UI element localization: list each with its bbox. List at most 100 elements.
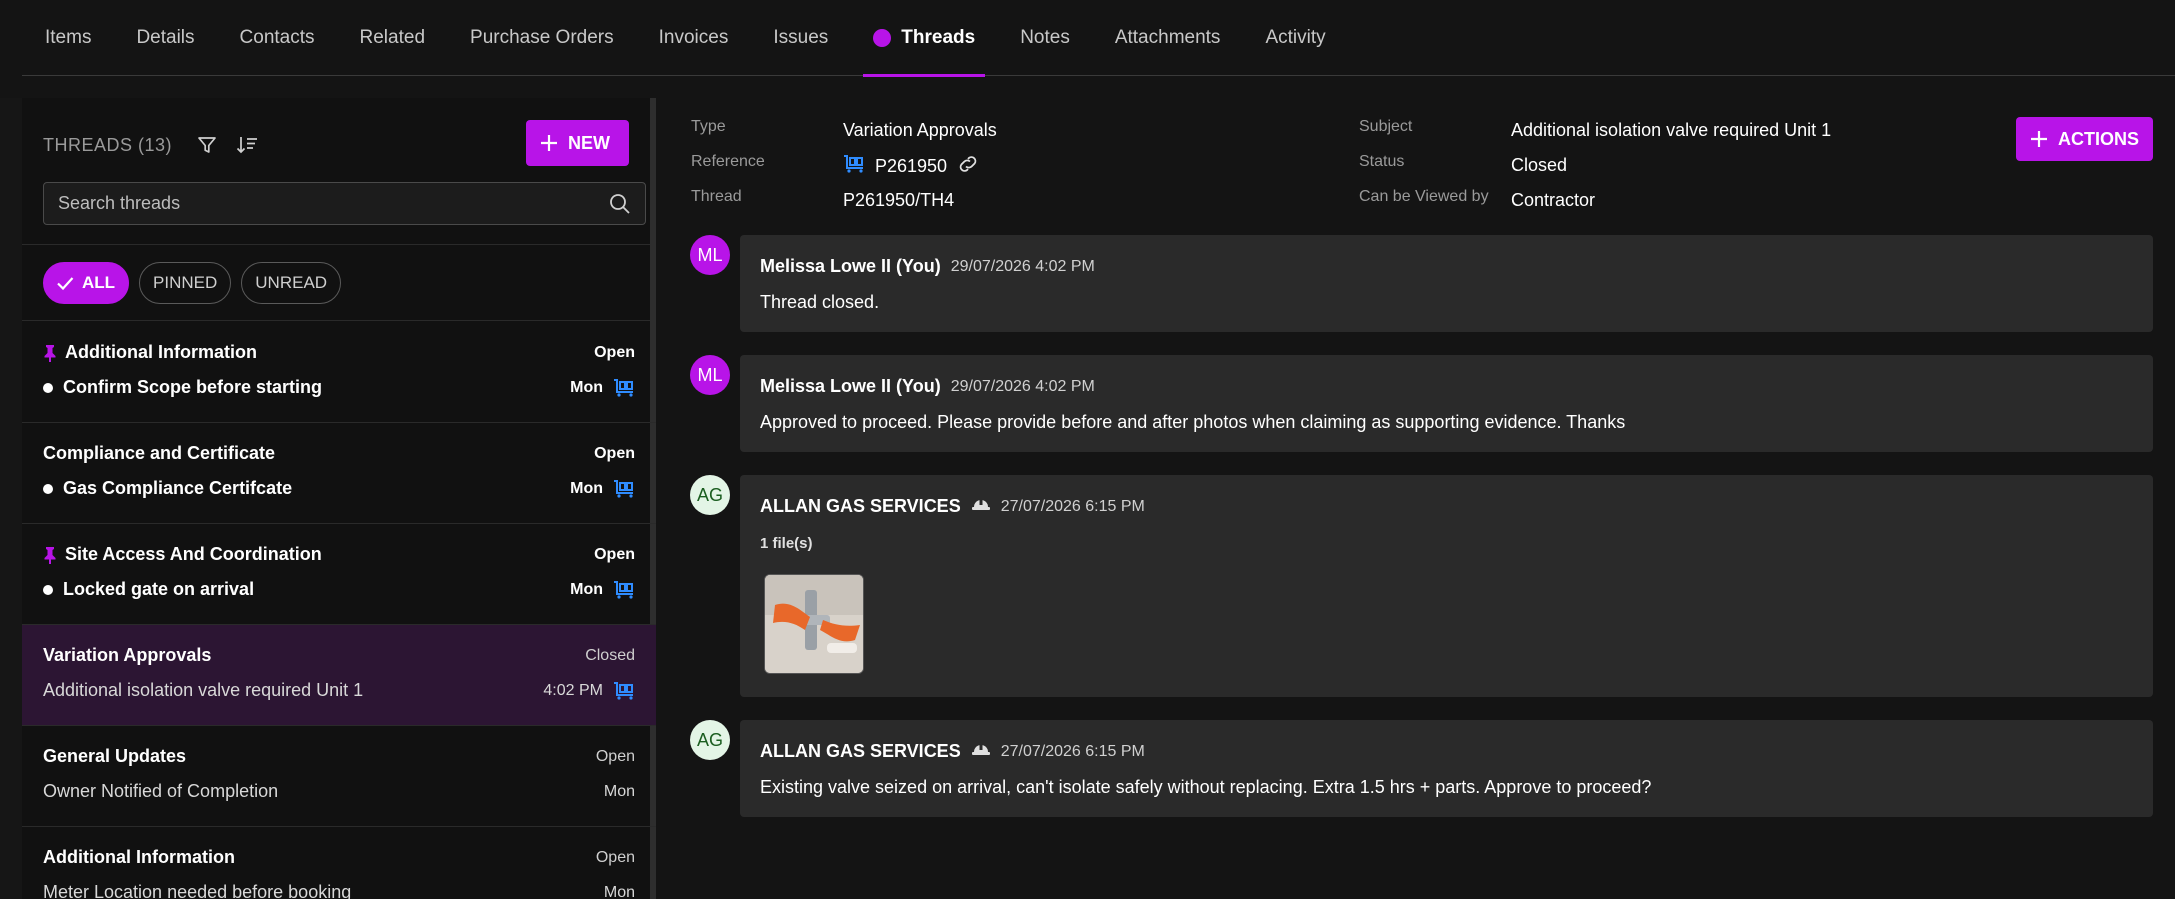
message-author: ALLAN GAS SERVICES	[760, 741, 961, 761]
search-input[interactable]	[58, 193, 609, 214]
actions-label: ACTIONS	[2058, 128, 2139, 149]
link-icon[interactable]	[957, 154, 979, 179]
thread-time: Mon	[570, 580, 603, 598]
outer-scrollbar[interactable]	[0, 98, 22, 899]
thread-time: Mon	[603, 782, 635, 800]
message-date: 27/07/2026 6:15 PM	[1000, 742, 1145, 760]
chip-all[interactable]: ALL	[43, 262, 130, 304]
thread-title: General Updates	[43, 746, 187, 766]
tab-contacts[interactable]: Contacts	[240, 0, 315, 76]
avatar: AG	[690, 720, 730, 760]
hard-hat-icon	[971, 741, 991, 762]
message: AG ALLAN GAS SERVICES 27/07/2026 6:15 PM…	[690, 720, 2153, 817]
thread-status: Open	[594, 545, 635, 563]
subject-label: Subject	[1359, 118, 1413, 135]
reference-number: P261950	[875, 156, 948, 176]
tab-attachments[interactable]: Attachments	[1115, 0, 1221, 76]
tab-issues[interactable]: Issues	[773, 0, 828, 76]
unread-dot-icon	[43, 483, 53, 494]
reference-label: Reference	[691, 153, 765, 170]
message-body: Thread closed.	[760, 292, 880, 312]
plus-icon	[2031, 131, 2047, 147]
thread-item[interactable]: Additional Information Open Meter Locati…	[22, 827, 656, 899]
chip-unread[interactable]: UNREAD	[241, 262, 342, 304]
thread-value: P261950/TH4	[843, 190, 955, 210]
thread-title: Additional Information	[43, 847, 235, 867]
tab-label: Activity	[1265, 26, 1326, 48]
filter-chips: ALL PINNED UNREAD	[43, 262, 342, 304]
tab-purchase-orders[interactable]: Purchase Orders	[470, 0, 614, 76]
thread-label: Thread	[691, 188, 742, 205]
thread-status: Open	[595, 848, 635, 866]
subject-value: Additional isolation valve required Unit…	[1511, 120, 1832, 140]
thread-item[interactable]: Additional Information Open Confirm Scop…	[22, 322, 656, 423]
thread-item[interactable]: General Updates Open Owner Notified of C…	[22, 726, 656, 827]
tab-label: Notes	[1020, 26, 1070, 48]
tab-details[interactable]: Details	[136, 0, 194, 76]
actions-button[interactable]: ACTIONS	[2016, 117, 2153, 161]
tab-activity[interactable]: Activity	[1265, 0, 1325, 76]
app: Items Details Contacts Related Purchase …	[0, 0, 2175, 899]
trolley-icon	[613, 681, 635, 700]
thread-subject: Additional isolation valve required Unit…	[43, 680, 364, 700]
tab-label: Contacts	[239, 26, 315, 48]
attachment-thumbnail[interactable]	[764, 574, 864, 674]
threads-panel: THREADS (13) NEW ALL PINNED UNREAD	[22, 98, 656, 899]
divider	[22, 320, 650, 321]
message: AG ALLAN GAS SERVICES 27/07/2026 6:15 PM…	[690, 475, 2153, 697]
thread-time: Mon	[603, 883, 635, 899]
message-bubble: Melissa Lowe II (You) 29/07/2026 4:02 PM…	[740, 235, 2153, 332]
pin-icon[interactable]	[43, 344, 57, 362]
message: ML Melissa Lowe II (You) 29/07/2026 4:02…	[690, 355, 2153, 452]
thread-subject: Meter Location needed before booking	[43, 882, 352, 899]
thread-time: Mon	[570, 479, 603, 497]
message-author: Melissa Lowe II (You)	[760, 256, 941, 276]
thread-status: Closed	[585, 646, 635, 664]
filter-icon[interactable]	[194, 132, 220, 158]
tab-invoices[interactable]: Invoices	[659, 0, 729, 76]
message-body: Approved to proceed. Please provide befo…	[760, 412, 1626, 432]
chip-label: ALL	[82, 273, 116, 292]
unread-dot-icon	[43, 382, 53, 393]
unread-dot-icon	[43, 584, 53, 595]
avatar: AG	[690, 475, 730, 515]
tab-items[interactable]: Items	[45, 0, 91, 76]
viewers-value: Contractor	[1511, 190, 1596, 210]
thread-title: Site Access And Coordination	[65, 544, 322, 564]
message-bubble: ALLAN GAS SERVICES 27/07/2026 6:15 PM Ex…	[740, 720, 2153, 817]
thread-detail: Type Variation Approvals Reference P2619…	[668, 98, 2175, 899]
tab-threads[interactable]: Threads	[863, 0, 986, 77]
divider	[22, 244, 650, 245]
search-box	[43, 182, 646, 225]
message-body: Existing valve seized on arrival, can't …	[760, 777, 1652, 797]
thread-status: Open	[594, 343, 635, 361]
message-author: ALLAN GAS SERVICES	[760, 496, 961, 516]
trolley-icon	[613, 378, 635, 397]
thread-time: 4:02 PM	[543, 681, 603, 699]
new-thread-button[interactable]: NEW	[526, 120, 629, 166]
message: ML Melissa Lowe II (You) 29/07/2026 4:02…	[690, 235, 2153, 332]
message-date: 29/07/2026 4:02 PM	[950, 377, 1095, 395]
thread-subject: Confirm Scope before starting	[63, 377, 323, 397]
search-icon[interactable]	[609, 193, 631, 215]
thread-item[interactable]: Site Access And Coordination Open Locked…	[22, 524, 656, 625]
thread-item[interactable]: Compliance and Certificate Open Gas Comp…	[22, 423, 656, 524]
chip-pinned[interactable]: PINNED	[139, 262, 232, 304]
new-button-label: NEW	[568, 132, 610, 153]
viewers-label: Can be Viewed by	[1359, 188, 1489, 205]
thread-item-selected[interactable]: Variation Approvals Closed Additional is…	[22, 625, 656, 726]
tab-label: Attachments	[1114, 26, 1221, 48]
message-bubble: ALLAN GAS SERVICES 27/07/2026 6:15 PM 1 …	[740, 475, 2153, 697]
tab-related[interactable]: Related	[360, 0, 426, 76]
thread-subject: Owner Notified of Completion	[43, 781, 279, 801]
trolley-icon	[613, 479, 635, 498]
pin-icon[interactable]	[43, 546, 57, 564]
sort-icon[interactable]	[234, 132, 260, 158]
chip-label: PINNED	[153, 273, 218, 292]
tab-label: Purchase Orders	[470, 26, 614, 48]
thread-title: Compliance and Certificate	[43, 443, 276, 463]
tab-label: Threads	[901, 26, 976, 48]
tab-notes[interactable]: Notes	[1020, 0, 1070, 76]
status-value: Closed	[1511, 155, 1568, 175]
thread-list: Additional Information Open Confirm Scop…	[22, 322, 656, 899]
